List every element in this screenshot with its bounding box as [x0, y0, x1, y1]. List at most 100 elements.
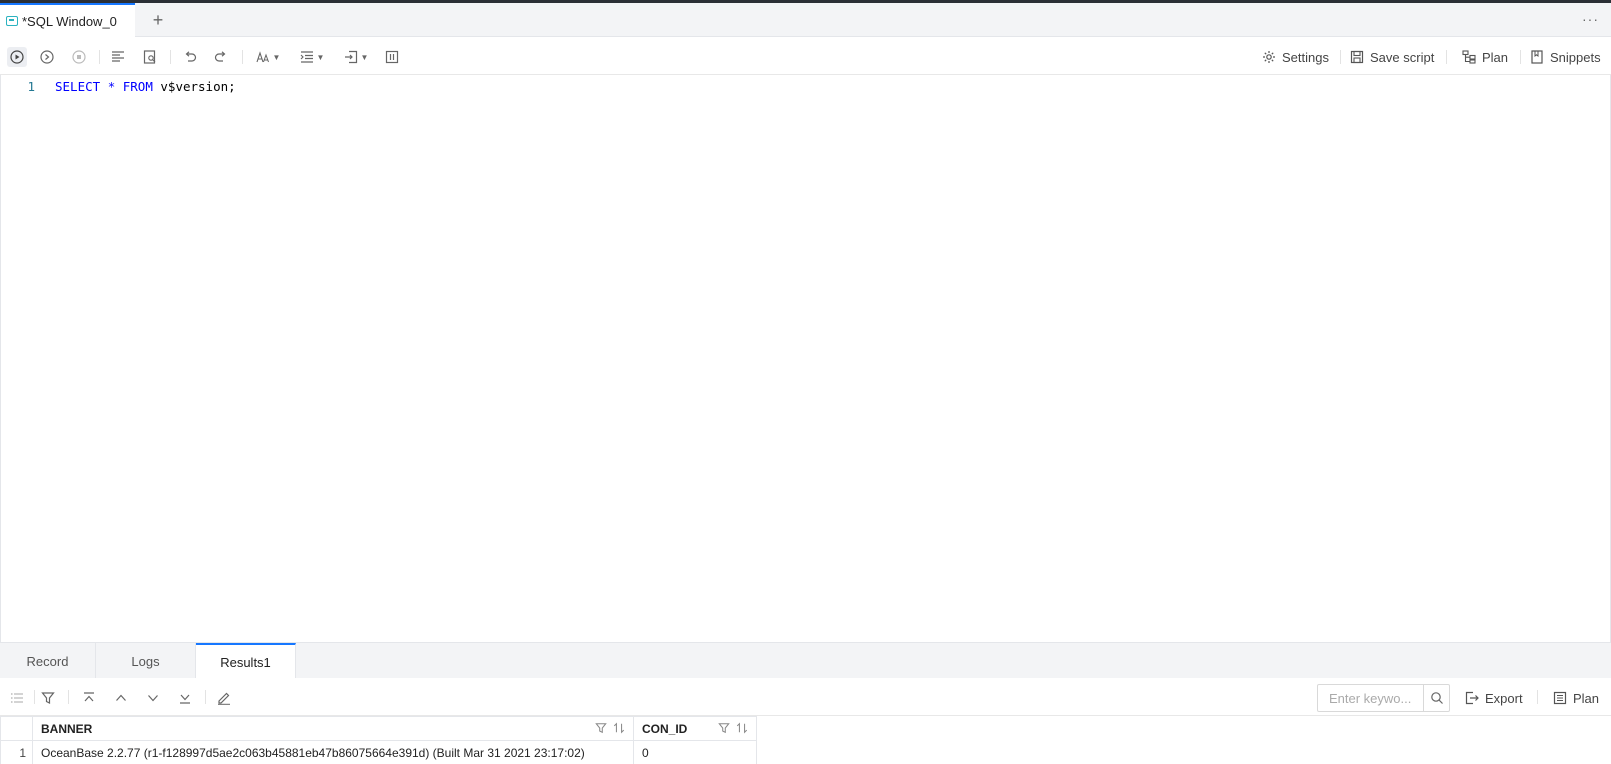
- tab-bar: *SQL Window_0 + ···: [0, 3, 1611, 37]
- tab-record[interactable]: Record: [0, 643, 96, 679]
- row-number: 1: [0, 740, 33, 764]
- results-plan-button[interactable]: Plan: [1553, 688, 1599, 708]
- chevron-up-icon: [116, 694, 126, 701]
- sort-icon[interactable]: [613, 722, 625, 734]
- sql-editor[interactable]: 1 SELECT * FROM v$version;: [0, 75, 1611, 642]
- search-icon: [1430, 692, 1443, 704]
- toolbar-divider: [34, 690, 35, 704]
- column-header-con-id[interactable]: CON_ID: [633, 716, 757, 741]
- toolbar-divider: [170, 50, 171, 64]
- insert-icon: [344, 50, 357, 64]
- arrow-to-top-icon: [84, 692, 94, 702]
- column-header-banner[interactable]: BANNER: [32, 716, 634, 741]
- keyword-star: *: [107, 78, 116, 94]
- bookmark-icon: [1530, 50, 1544, 64]
- column-header-label: BANNER: [41, 721, 93, 736]
- toolbar-divider: [1537, 690, 1538, 704]
- table-row[interactable]: 1 OceanBase 2.2.77 (r1-f128997d5ae2c063b…: [0, 740, 757, 764]
- pencil-icon: [218, 692, 230, 705]
- undo-button[interactable]: [180, 47, 200, 67]
- tab-sql-window[interactable]: *SQL Window_0: [0, 3, 135, 37]
- filter-icon[interactable]: [718, 722, 730, 734]
- toolbar-divider: [1340, 50, 1341, 64]
- chevron-down-icon: ▼: [360, 52, 369, 62]
- export-button[interactable]: Export: [1465, 688, 1523, 708]
- gear-icon: [1262, 50, 1276, 64]
- find-in-doc-icon: [143, 50, 156, 64]
- chevron-down-icon: [148, 695, 158, 702]
- save-script-label: Save script: [1370, 49, 1435, 65]
- redo-icon: [214, 51, 226, 62]
- keyword-from: FROM: [122, 78, 153, 94]
- list-view-button[interactable]: [7, 688, 27, 708]
- columns-icon: [385, 50, 399, 64]
- list-icon: [10, 693, 23, 703]
- settings-button[interactable]: Settings: [1262, 47, 1329, 67]
- add-tab-button[interactable]: +: [148, 10, 168, 30]
- toolbar-divider: [1446, 50, 1447, 64]
- search-box: [1317, 684, 1450, 712]
- plan-label: Plan: [1482, 49, 1509, 65]
- stop-icon: [72, 50, 86, 64]
- toolbar-divider: [205, 690, 206, 704]
- tab-title: *SQL Window_0: [22, 13, 117, 29]
- cell-con-id[interactable]: 0: [633, 740, 757, 764]
- format-button[interactable]: [108, 47, 128, 67]
- search-input[interactable]: [1318, 685, 1423, 711]
- tab-results1[interactable]: Results1: [196, 643, 296, 679]
- snippets-label: Snippets: [1550, 49, 1601, 65]
- line-number: 1: [27, 78, 35, 94]
- chevron-down-icon: ▼: [316, 52, 325, 62]
- export-icon: [1465, 691, 1479, 705]
- results-plan-label: Plan: [1573, 690, 1600, 706]
- keyword-select: SELECT: [55, 78, 101, 94]
- run-icon: [10, 50, 24, 64]
- indent-icon: [300, 51, 313, 63]
- indent-dropdown[interactable]: ▼: [296, 47, 328, 67]
- editor-line: 1 SELECT * FROM v$version;: [1, 76, 236, 96]
- toolbar-divider: [68, 690, 69, 704]
- results-toolbar: Export Plan: [0, 678, 1611, 716]
- undo-icon: [185, 51, 197, 62]
- plan-tree-icon: [1462, 50, 1476, 64]
- previous-row-button[interactable]: [111, 688, 131, 708]
- toolbar-divider: [1520, 50, 1521, 64]
- text-case-icon: [256, 51, 269, 63]
- run-selected-button[interactable]: [37, 47, 57, 67]
- find-button[interactable]: [140, 47, 160, 67]
- identifier-text: v$version;: [160, 78, 236, 94]
- next-row-button[interactable]: [143, 688, 163, 708]
- settings-label: Settings: [1282, 49, 1329, 65]
- tab-logs[interactable]: Logs: [96, 643, 196, 679]
- filter-icon: [41, 692, 55, 704]
- grid-header-row: BANNER CON_ID: [0, 716, 757, 741]
- code-line: SELECT * FROM v$version;: [55, 79, 236, 94]
- sql-window-icon: [6, 16, 18, 26]
- results-grid: BANNER CON_ID 1 OceanBase 2.2.77 (r1-f12…: [0, 716, 757, 764]
- filter-icon[interactable]: [595, 722, 607, 734]
- layout-button[interactable]: [382, 47, 402, 67]
- redo-button[interactable]: [211, 47, 231, 67]
- toolbar-divider: [99, 50, 100, 64]
- chevron-down-icon: ▼: [272, 52, 281, 62]
- filter-button[interactable]: [38, 688, 58, 708]
- run-selected-icon: [40, 50, 54, 64]
- cell-banner[interactable]: OceanBase 2.2.77 (r1-f128997d5ae2c063b45…: [32, 740, 634, 764]
- stop-button[interactable]: [69, 47, 89, 67]
- last-row-button[interactable]: [175, 688, 195, 708]
- snippets-button[interactable]: Snippets: [1530, 47, 1601, 67]
- more-options-button[interactable]: ···: [1582, 11, 1599, 27]
- case-dropdown[interactable]: ▼: [252, 47, 284, 67]
- snippet-insert-dropdown[interactable]: ▼: [340, 47, 372, 67]
- save-script-button[interactable]: Save script: [1350, 47, 1434, 67]
- plan-button[interactable]: Plan: [1462, 47, 1508, 67]
- document-list-icon: [1553, 691, 1567, 705]
- column-header-label: CON_ID: [642, 721, 688, 736]
- sort-icon[interactable]: [736, 722, 748, 734]
- toolbar-divider: [242, 50, 243, 64]
- run-button[interactable]: [7, 47, 27, 67]
- results-tab-bar: Record Logs Results1: [0, 642, 1611, 679]
- search-button[interactable]: [1423, 685, 1449, 711]
- edit-button[interactable]: [214, 688, 234, 708]
- first-row-button[interactable]: [79, 688, 99, 708]
